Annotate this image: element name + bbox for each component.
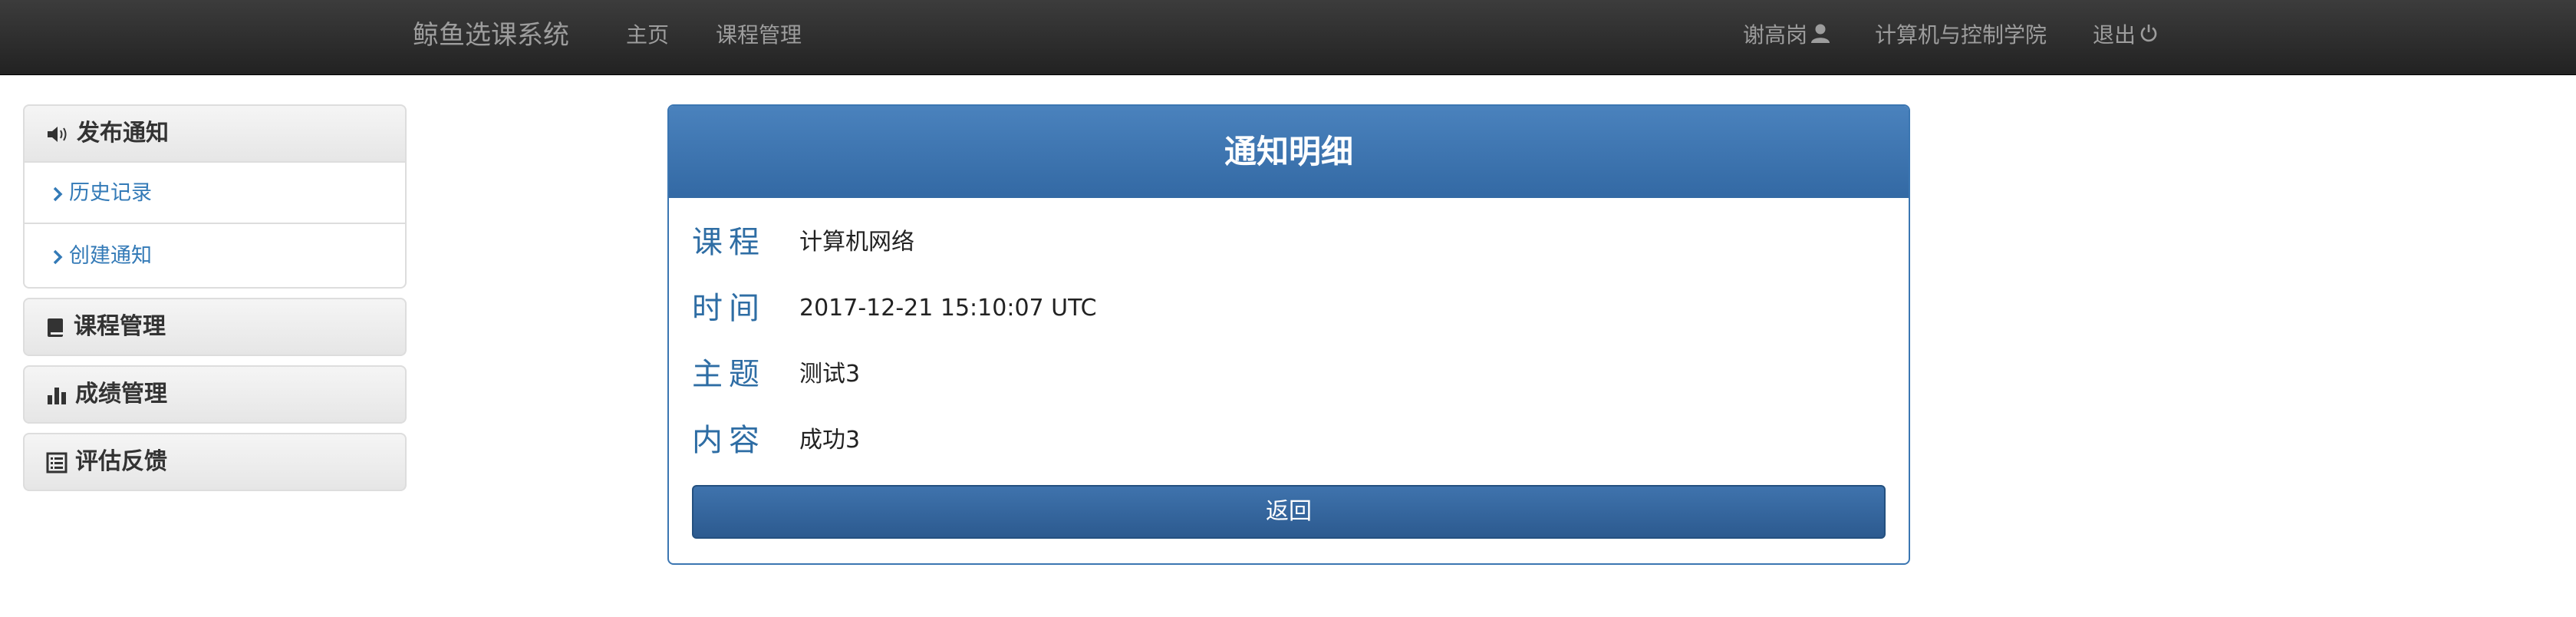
- notice-title: 通知明细: [1224, 133, 1353, 170]
- sidebar-item-history-label: 历史记录: [69, 181, 152, 205]
- sidebar-feedback-label: 评估反馈: [75, 448, 167, 475]
- user-name: 谢高岗: [1743, 22, 1808, 48]
- power-icon: [2139, 1, 2159, 71]
- chevron-right-icon: [52, 244, 69, 268]
- subject-label: 主题: [692, 357, 766, 392]
- sidebar-grade-label: 成绩管理: [75, 381, 167, 407]
- notice-detail-panel: 通知明细 课程 计算机网络 时间 2017-12-21 15:10:07 UTC…: [667, 104, 1910, 565]
- subject-value: 测试3: [799, 361, 861, 388]
- nav-user-link[interactable]: 谢高岗: [1743, 0, 1830, 71]
- logout-label: 退出: [2093, 22, 2136, 48]
- sidebar-course-label: 课程管理: [74, 313, 166, 340]
- back-button[interactable]: 返回: [692, 485, 1886, 539]
- book-icon: [46, 313, 74, 340]
- sidebar-notice-header[interactable]: 发布通知: [23, 104, 407, 163]
- time-label: 时间: [692, 291, 766, 326]
- nav-course-manage-link[interactable]: 课程管理: [716, 0, 802, 71]
- sidebar-item-create-notice-label: 创建通知: [69, 244, 152, 268]
- volume-icon: [46, 120, 77, 147]
- sidebar-feedback-header[interactable]: 评估反馈: [23, 433, 407, 491]
- user-icon: [1810, 1, 1830, 71]
- content-value: 成功3: [799, 427, 861, 454]
- sidebar-notice-label: 发布通知: [77, 120, 169, 147]
- notice-panel-header: 通知明细: [669, 106, 1909, 198]
- time-value: 2017-12-21 15:10:07 UTC: [799, 295, 1097, 322]
- course-label: 课程: [692, 225, 766, 260]
- nav-home-link[interactable]: 主页: [626, 0, 669, 71]
- chevron-right-icon: [52, 181, 69, 205]
- sidebar-item-create-notice[interactable]: 创建通知: [25, 226, 405, 287]
- course-value: 计算机网络: [799, 229, 914, 256]
- list-alt-icon: [46, 448, 75, 475]
- sidebar-course-header[interactable]: 课程管理: [23, 298, 407, 356]
- brand-link[interactable]: 鲸鱼选课系统: [413, 0, 569, 71]
- bar-chart-icon: [46, 381, 75, 407]
- sidebar-notice-submenu: 历史记录 创建通知: [23, 163, 407, 289]
- top-navbar: 鲸鱼选课系统 主页 课程管理 谢高岗 计算机与控制学院 退出: [0, 0, 2576, 75]
- logout-link[interactable]: 退出: [2093, 0, 2159, 71]
- sidebar-grade-header[interactable]: 成绩管理: [23, 365, 407, 424]
- content-label: 内容: [692, 423, 766, 458]
- sidebar-item-history[interactable]: 历史记录: [25, 163, 405, 224]
- nav-school-link[interactable]: 计算机与控制学院: [1875, 0, 2047, 71]
